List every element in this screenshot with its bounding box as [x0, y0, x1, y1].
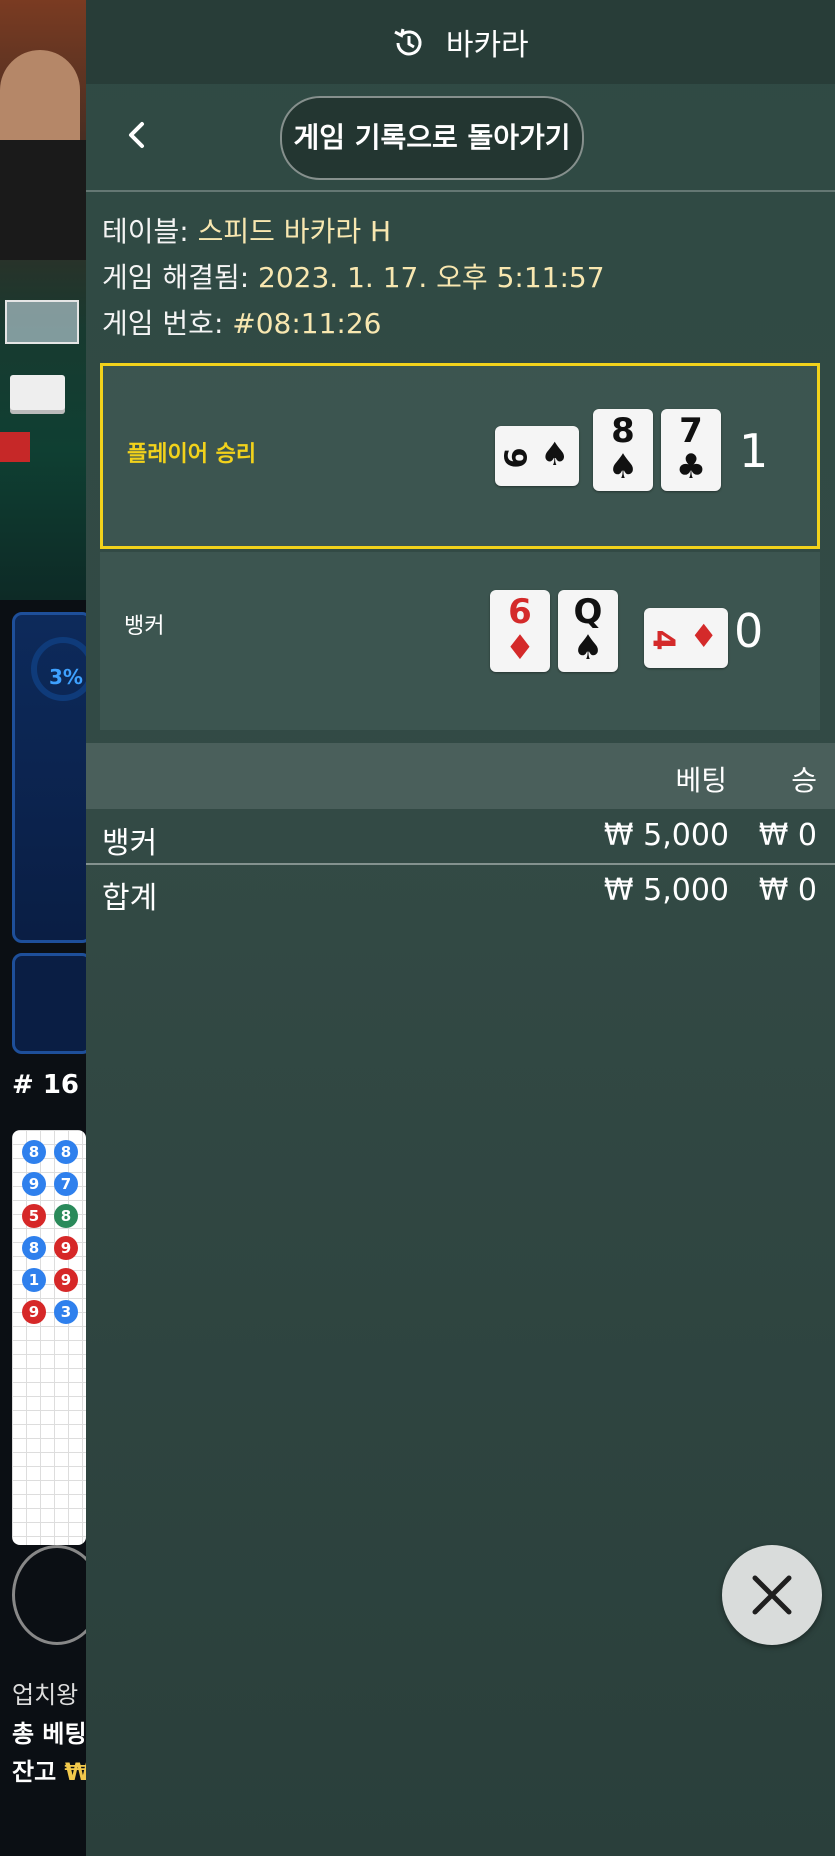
game-number-value: #08:11:26	[232, 307, 382, 340]
game-history-panel: 바카라 게임 기록으로 돌아가기 테이블: 스피드 바카라 H 게임 해결됨: …	[86, 0, 835, 1856]
game-number-info: 게임 번호: #08:11:26	[102, 302, 382, 342]
road-bead: 8	[54, 1204, 78, 1228]
bets-table-header: 베팅 승	[86, 743, 835, 809]
bead-road: 8 8 9 7 5 8 8 9 1 9 9 3	[12, 1130, 86, 1545]
total-bet-label: 총 베팅	[12, 1720, 87, 1748]
bet-progress-percent: 3%	[49, 665, 83, 689]
live-dealer-video	[0, 0, 86, 600]
game-name: 바카라	[445, 28, 529, 63]
navigation-row: 게임 기록으로 돌아가기	[86, 84, 835, 192]
table-value: 스피드 바카라 H	[197, 215, 392, 248]
total-win-amount: ₩ 0	[758, 873, 817, 908]
road-bead: 9	[54, 1268, 78, 1292]
table-label: 테이블:	[102, 215, 189, 248]
total-label: 합계	[102, 881, 158, 916]
balance-row: 잔고 ₩	[12, 1752, 91, 1787]
road-bead: 7	[54, 1172, 78, 1196]
banker-card-3: 4 ♦	[644, 608, 728, 668]
banker-result-row: 뱅커 6 ♦ Q ♠ 4 ♦ 0	[100, 552, 820, 730]
panel-header: 바카라	[86, 0, 835, 84]
road-bead: 9	[22, 1172, 46, 1196]
table-info: 테이블: 스피드 바카라 H	[102, 210, 391, 250]
player-score: 1	[739, 424, 769, 478]
balance-label: 잔고	[12, 1758, 57, 1786]
player-card-3: 7 ♣	[661, 409, 721, 491]
road-bead: 9	[22, 1300, 46, 1324]
banker-card-1: 6 ♦	[490, 590, 550, 672]
panel-title: 바카라	[86, 20, 835, 68]
total-bet-amount: ₩ 5,000	[603, 873, 729, 908]
close-icon	[752, 1575, 792, 1615]
road-bead: 8	[54, 1140, 78, 1164]
game-number-label: 게임 번호:	[102, 307, 224, 340]
dealer-body	[0, 140, 86, 260]
resolved-info: 게임 해결됨: 2023. 1. 17. 오후 5:11:57	[102, 256, 605, 296]
road-bead: 5	[22, 1204, 46, 1228]
card-shoe	[5, 300, 79, 344]
card-stack	[10, 375, 65, 410]
road-bead: 8	[22, 1140, 46, 1164]
table-row: 뱅커 ₩ 5,000 ₩ 0	[86, 810, 835, 864]
player-win-label: 플레이어 승리	[127, 442, 257, 467]
player-result-row: 플레이어 승리 9 ♠ 8 ♠ 7 ♣ 1	[100, 363, 820, 549]
chevron-left-icon[interactable]	[122, 120, 152, 150]
player-name: 업치왕	[12, 1681, 79, 1709]
road-bead: 8	[22, 1236, 46, 1260]
history-icon	[392, 26, 426, 68]
road-bead: 3	[54, 1300, 78, 1324]
banker-label: 뱅커	[124, 614, 165, 639]
win-amount: ₩ 0	[758, 818, 817, 853]
resolved-value: 2023. 1. 17. 오후 5:11:57	[258, 261, 605, 294]
win-column-header: 승	[791, 764, 817, 797]
bet-spot-panel-secondary[interactable]	[12, 953, 92, 1054]
total-row: 합계 ₩ 5,000 ₩ 0	[86, 865, 835, 919]
shoe-number: # 16	[12, 1070, 80, 1100]
road-bead: 9	[54, 1236, 78, 1260]
banker-card-2: Q ♠	[558, 590, 618, 672]
bet-spot-panel[interactable]: 3%	[12, 612, 95, 943]
player-card-1: 9 ♠	[495, 426, 579, 486]
back-to-history-button[interactable]: 게임 기록으로 돌아가기	[280, 96, 584, 180]
road-bead: 1	[22, 1268, 46, 1292]
resolved-label: 게임 해결됨:	[102, 261, 250, 294]
bet-name: 뱅커	[102, 826, 158, 861]
close-button[interactable]	[722, 1545, 822, 1645]
table-chip	[0, 432, 30, 462]
bet-column-header: 베팅	[675, 764, 727, 797]
bet-amount: ₩ 5,000	[603, 818, 729, 853]
player-card-2: 8 ♠	[593, 409, 653, 491]
banker-score: 0	[734, 604, 764, 658]
